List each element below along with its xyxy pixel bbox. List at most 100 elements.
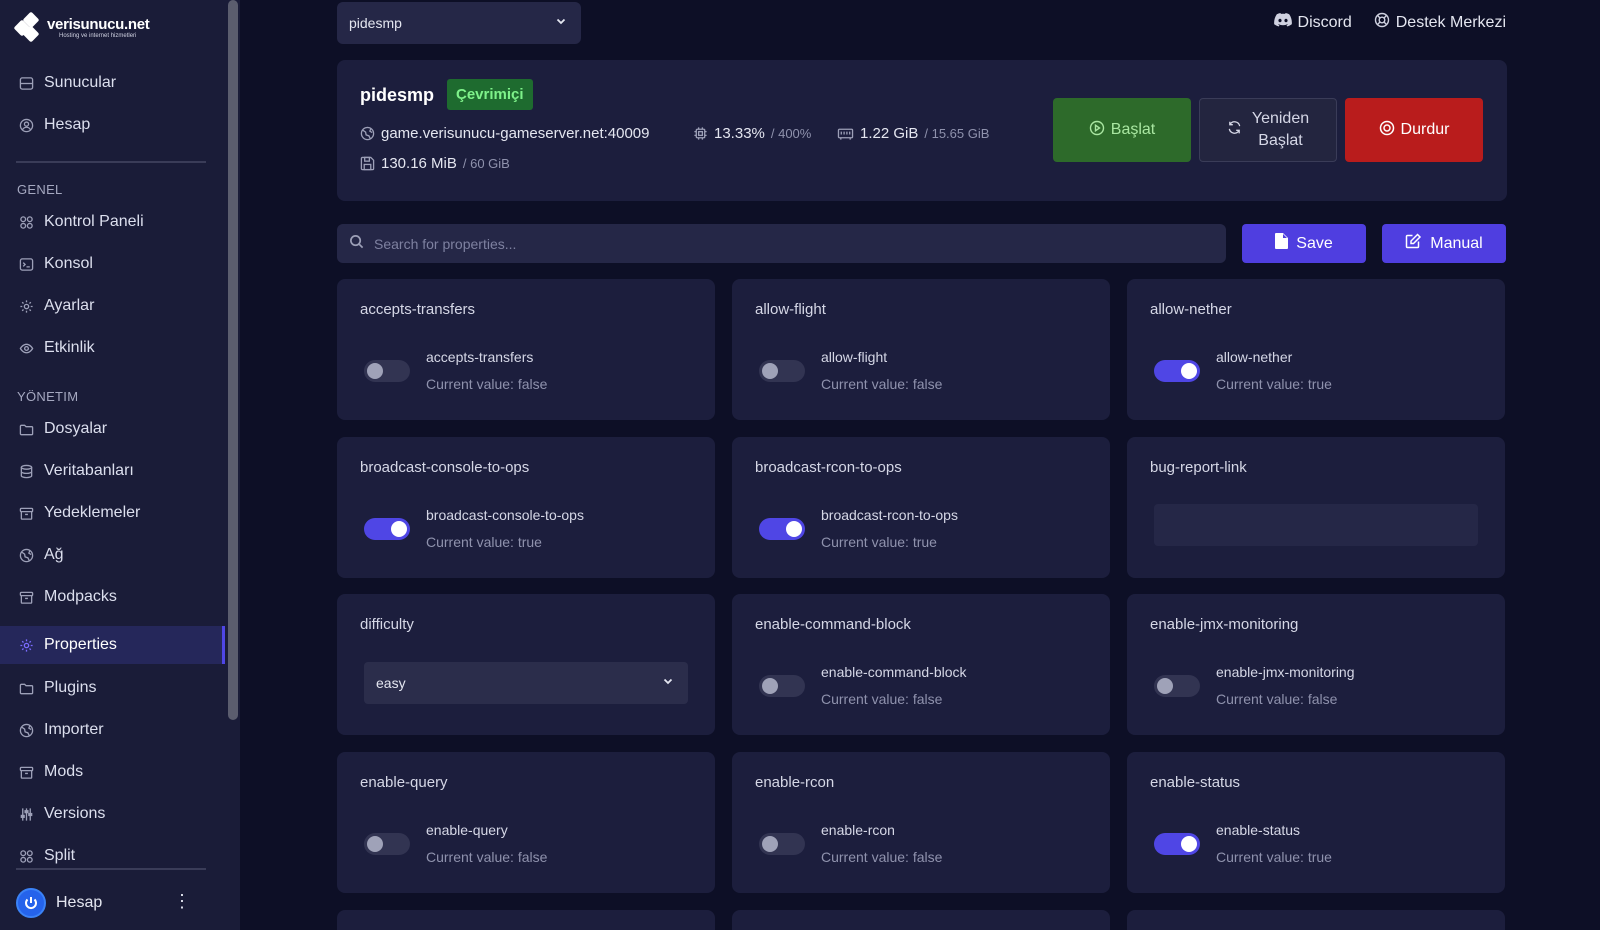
user-circle-icon: [18, 117, 34, 133]
toggle-knob: [762, 363, 778, 379]
property-title: enable-rcon: [755, 774, 835, 791]
property-current-value: Current value: true: [821, 534, 937, 550]
sidebar-item-plugins[interactable]: Plugins: [0, 669, 225, 707]
account-name: Hesap: [56, 894, 103, 911]
property-text-input[interactable]: [1154, 504, 1478, 546]
toggle-knob: [1157, 678, 1173, 694]
database-icon: [18, 463, 34, 479]
property-toggle[interactable]: [1154, 360, 1200, 382]
gear-icon: [18, 637, 34, 653]
start-button[interactable]: Başlat: [1053, 98, 1191, 162]
save-button-label: Save: [1296, 234, 1333, 252]
brand-name: verisunucu.net: [47, 16, 150, 33]
sidebar-item-label: Split: [44, 847, 76, 864]
disk-value: 130.16 MiB: [381, 155, 457, 172]
folder-icon: [18, 421, 34, 437]
chevron-down-icon: [555, 14, 567, 30]
save-button[interactable]: Save: [1242, 224, 1366, 263]
sidebar-divider: [16, 161, 206, 163]
play-icon: [1089, 120, 1105, 141]
property-card-enable-jmx-monitoring: enable-jmx-monitoring enable-jmx-monitor…: [1127, 594, 1505, 735]
property-toggle[interactable]: [364, 518, 410, 540]
property-card-allow-flight: allow-flight allow-flight Current value:…: [732, 279, 1110, 420]
manual-button[interactable]: Manual: [1382, 224, 1506, 263]
property-key: broadcast-rcon-to-ops: [821, 507, 958, 523]
cpu-icon: [693, 126, 708, 141]
property-current-value: Current value: false: [426, 376, 548, 392]
property-toggle[interactable]: [759, 833, 805, 855]
property-select[interactable]: easy: [364, 662, 688, 704]
property-card: [337, 910, 715, 930]
sidebar-item-label: Properties: [44, 636, 117, 653]
sidebar-item-dosyalar[interactable]: Dosyalar: [0, 410, 225, 448]
support-link[interactable]: Destek Merkezi: [1374, 12, 1506, 33]
cpu-usage: 13.33% / 400%: [693, 125, 811, 142]
restart-button[interactable]: Yeniden Başlat: [1199, 98, 1337, 162]
sidebar-item-label: Plugins: [44, 679, 97, 696]
sidebar-item-veritabanlari[interactable]: Veritabanları: [0, 452, 225, 490]
property-key: enable-command-block: [821, 664, 967, 680]
sidebar-item-yedeklemeler[interactable]: Yedeklemeler: [0, 494, 225, 532]
property-card-accepts-transfers: accepts-transfers accepts-transfers Curr…: [337, 279, 715, 420]
property-toggle[interactable]: [1154, 675, 1200, 697]
property-search[interactable]: [337, 224, 1226, 263]
manual-button-label: Manual: [1430, 234, 1483, 252]
sidebar-item-etkinlik[interactable]: Etkinlik: [0, 329, 225, 367]
search-input[interactable]: [374, 235, 1194, 252]
account-menu[interactable]: Hesap ⋮: [0, 880, 225, 926]
section-label-yonetim: YÖNETIM: [17, 389, 79, 404]
file-icon: [1275, 233, 1289, 254]
status-badge: Çevrimiçi: [447, 79, 533, 110]
property-toggle[interactable]: [364, 833, 410, 855]
property-toggle[interactable]: [759, 360, 805, 382]
property-toggle[interactable]: [759, 675, 805, 697]
property-key: enable-rcon: [821, 822, 895, 838]
property-card-enable-command-block: enable-command-block enable-command-bloc…: [732, 594, 1110, 735]
sidebar-item-mods[interactable]: Mods: [0, 753, 225, 791]
sidebar-item-hesap[interactable]: Hesap: [0, 106, 225, 144]
disk-limit: / 60 GiB: [462, 156, 510, 171]
memory-limit: / 15.65 GiB: [924, 126, 990, 141]
sidebar-item-modpacks[interactable]: Modpacks: [0, 578, 225, 616]
sidebar-item-label: Veritabanları: [44, 462, 134, 479]
avatar: [16, 888, 46, 918]
property-key: allow-flight: [821, 349, 888, 365]
sliders-icon: [18, 806, 34, 822]
property-title: enable-command-block: [755, 616, 911, 633]
logo-mark-icon: [13, 11, 46, 43]
sidebar-item-versions[interactable]: Versions: [0, 795, 225, 833]
toggle-knob: [786, 521, 802, 537]
toggle-knob: [1181, 363, 1197, 379]
sidebar-item-label: Importer: [44, 721, 104, 738]
restart-button-label-line2: Başlat: [1258, 132, 1303, 149]
sidebar-item-konsol[interactable]: Konsol: [0, 245, 225, 283]
server-select[interactable]: pidesmp: [337, 2, 581, 44]
sidebar-item-importer[interactable]: Importer: [0, 711, 225, 749]
property-title: enable-query: [360, 774, 448, 791]
sidebar-item-properties[interactable]: Properties: [0, 626, 225, 664]
property-current-value: Current value: false: [1216, 691, 1338, 707]
property-toggle[interactable]: [1154, 833, 1200, 855]
discord-link[interactable]: Discord: [1273, 12, 1352, 33]
sidebar-item-ag[interactable]: Ağ: [0, 536, 225, 574]
toggle-knob: [367, 363, 383, 379]
sidebar-divider: [16, 868, 206, 870]
server-address[interactable]: game.verisunucu-gameserver.net:40009: [360, 125, 650, 142]
support-label: Destek Merkezi: [1395, 13, 1506, 31]
sidebar-scrollbar[interactable]: [228, 0, 238, 720]
sidebar-item-sunucular[interactable]: Sunucular: [0, 64, 225, 102]
property-toggle[interactable]: [364, 360, 410, 382]
archive-icon: [18, 505, 34, 521]
sidebar-item-ayarlar[interactable]: Ayarlar: [0, 287, 225, 325]
logo[interactable]: verisunucu.net Hosting ve internet hizme…: [13, 11, 150, 43]
property-toggle[interactable]: [759, 518, 805, 540]
more-options-icon[interactable]: ⋮: [173, 892, 191, 910]
stop-button[interactable]: Durdur: [1345, 98, 1483, 162]
toggle-knob: [367, 836, 383, 852]
cpu-limit: / 400%: [770, 126, 812, 141]
server-name: pidesmp: [360, 85, 435, 105]
sidebar-item-label: Modpacks: [44, 588, 117, 605]
sidebar-item-kontrol-paneli[interactable]: Kontrol Paneli: [0, 203, 225, 241]
archive-icon: [18, 589, 34, 605]
property-key: broadcast-console-to-ops: [426, 507, 584, 523]
